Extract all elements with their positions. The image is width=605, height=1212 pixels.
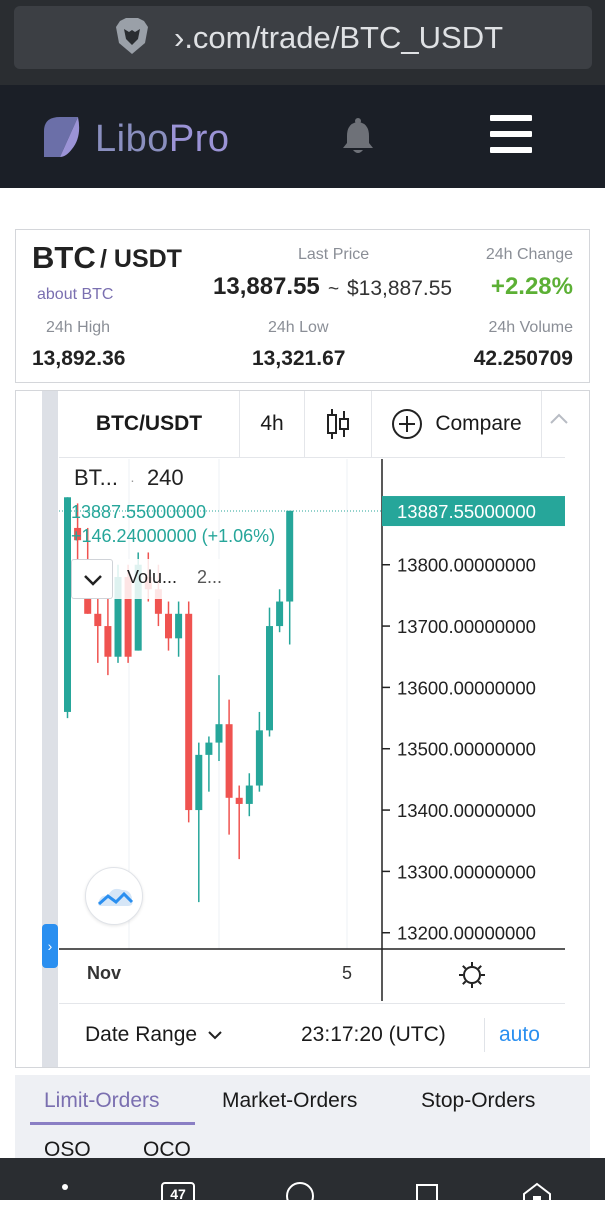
candle-body bbox=[175, 613, 183, 639]
x-tick-label: Nov bbox=[87, 963, 121, 983]
volume-value: 42.250709 bbox=[473, 347, 573, 370]
utc-time: 23:17:20 (UTC) bbox=[301, 1023, 446, 1046]
y-tick-label: 13400.00000000 bbox=[397, 800, 536, 821]
y-tick-label: 13700.00000000 bbox=[397, 616, 536, 637]
candle-body bbox=[276, 601, 284, 627]
approx-sign: ~ bbox=[328, 279, 340, 300]
candle-body bbox=[286, 510, 294, 602]
legend-symbol: BT... · 240 bbox=[74, 465, 184, 490]
last-price-tag-label: 13887.55000000 bbox=[397, 501, 536, 522]
browser-toolbar: ›.com/trade/BTC_USDT bbox=[0, 0, 605, 85]
libopro-logo-icon[interactable] bbox=[38, 113, 86, 161]
low-value: 13,321.67 bbox=[252, 347, 346, 370]
x-tick-label: 5 bbox=[342, 963, 352, 983]
chart-footer: Date Range 23:17:20 (UTC) auto bbox=[59, 1003, 565, 1067]
brave-shield-icon[interactable] bbox=[114, 17, 150, 55]
address-bar[interactable]: ›.com/trade/BTC_USDT bbox=[14, 6, 592, 69]
chart-type-button[interactable] bbox=[305, 391, 372, 457]
y-tick-label: 13200.00000000 bbox=[397, 923, 536, 944]
candle-body bbox=[245, 785, 253, 804]
high-value: 13,892.36 bbox=[32, 347, 126, 370]
order-type-tabs: Limit-Orders Market-Orders Stop-Orders O… bbox=[15, 1075, 590, 1165]
pair-base: BTC bbox=[32, 240, 96, 275]
y-tick-label: 13300.00000000 bbox=[397, 861, 536, 882]
high-label: 24h High bbox=[46, 319, 111, 336]
price-chart[interactable]: 13800.00000000 13700.00000000 13600.000000… bbox=[59, 459, 569, 1001]
search-icon[interactable] bbox=[286, 1182, 314, 1210]
bookmark-icon[interactable] bbox=[416, 1184, 438, 1204]
change-label: 24h Change bbox=[485, 246, 573, 263]
pair-quote: / USDT bbox=[100, 245, 182, 273]
about-coin-link[interactable]: about BTC bbox=[37, 286, 113, 304]
low-label: 24h Low bbox=[268, 319, 329, 336]
tab-stop-orders[interactable]: Stop-Orders bbox=[421, 1089, 535, 1113]
last-price: 13,887.55 bbox=[213, 273, 320, 300]
candle-body bbox=[255, 730, 263, 786]
candle-body bbox=[266, 626, 273, 731]
candle-body bbox=[165, 613, 172, 639]
price-change: +2.28% bbox=[490, 273, 573, 300]
date-range-button[interactable]: Date Range bbox=[85, 1023, 223, 1047]
candle-body bbox=[104, 626, 112, 657]
candle-body bbox=[205, 742, 213, 755]
candle-body bbox=[185, 613, 193, 811]
collapse-legend-button[interactable] bbox=[71, 559, 113, 599]
site-header: LiboPro bbox=[0, 85, 605, 188]
y-tick-label: 13800.00000000 bbox=[397, 555, 536, 576]
active-tab-underline bbox=[30, 1122, 195, 1125]
expand-toolbar-button[interactable]: › bbox=[42, 924, 58, 968]
candles-icon bbox=[327, 409, 349, 439]
y-tick-label: 13500.00000000 bbox=[397, 739, 536, 760]
tabs-counter-button[interactable]: 47 bbox=[161, 1182, 195, 1212]
plus-circle-icon bbox=[392, 409, 423, 439]
last-price-label: Last Price bbox=[298, 246, 370, 263]
hamburger-menu-icon[interactable] bbox=[490, 115, 532, 153]
y-tick-label: 13600.00000000 bbox=[397, 677, 536, 698]
tab-market-orders[interactable]: Market-Orders bbox=[222, 1089, 357, 1113]
ticker-summary: BTC / USDT about BTC Last Price 13,887.5… bbox=[15, 229, 590, 383]
compare-button[interactable]: Compare bbox=[372, 391, 542, 457]
chart-settings-icon[interactable] bbox=[459, 962, 485, 988]
tab-limit-orders[interactable]: Limit-Orders bbox=[44, 1089, 160, 1113]
candle-body bbox=[64, 497, 71, 712]
candle-body bbox=[225, 724, 233, 798]
browser-bottom-bar: 47 bbox=[0, 1158, 605, 1212]
chevron-down-icon bbox=[208, 1031, 222, 1040]
legend-price: 13887.55000000 bbox=[71, 502, 207, 522]
volume-label: 24h Volume bbox=[488, 319, 573, 336]
tradingview-logo-icon[interactable] bbox=[85, 867, 143, 925]
chevron-down-icon bbox=[84, 575, 102, 586]
candle-body bbox=[235, 797, 243, 804]
chart-toolbar: BTC/USDT 4h Compare bbox=[59, 391, 568, 458]
home-icon[interactable] bbox=[522, 1182, 552, 1207]
symbol-button[interactable]: BTC/USDT bbox=[59, 391, 240, 457]
url-text: ›.com/trade/BTC_USDT bbox=[174, 20, 504, 55]
logo-text[interactable]: LiboPro bbox=[95, 118, 229, 161]
more-options-icon[interactable] bbox=[62, 1184, 68, 1190]
auto-scale-button[interactable]: auto bbox=[499, 1023, 540, 1047]
chart-panel: › BTC/USDT 4h Compare 13800.00000000 137… bbox=[15, 390, 590, 1068]
notification-bell-icon[interactable] bbox=[342, 118, 374, 154]
chevron-up-icon[interactable] bbox=[549, 411, 569, 430]
interval-button[interactable]: 4h bbox=[240, 391, 305, 457]
candle-body bbox=[195, 754, 203, 811]
candle-body bbox=[94, 613, 102, 627]
volume-legend: Volu... 2... bbox=[71, 559, 229, 599]
usd-price: $13,887.55 bbox=[347, 277, 453, 300]
footer-divider bbox=[484, 1018, 485, 1052]
compare-label: Compare bbox=[435, 412, 522, 435]
legend-change: +146.24000000 (+1.06%) bbox=[71, 526, 276, 546]
candle-body bbox=[215, 724, 223, 743]
